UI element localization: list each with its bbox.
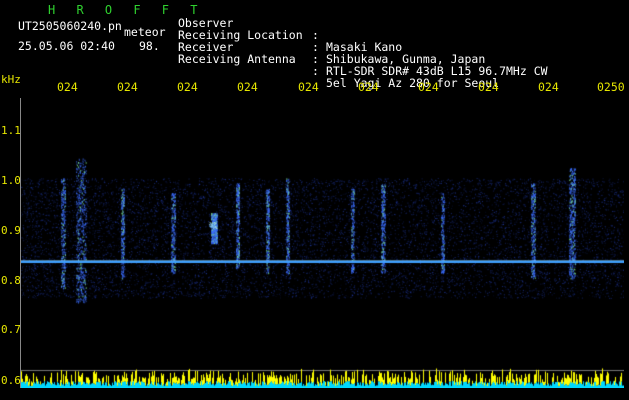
meteor-count: 98.	[139, 39, 160, 53]
observer-row: Observer : Masaki Kano	[178, 5, 402, 53]
spectrogram-plot	[20, 98, 624, 388]
freq-label-0-8: 0.8	[1, 274, 21, 287]
meteor-tag: meteor	[124, 25, 166, 39]
time-label-3: 024	[177, 80, 198, 94]
y-axis-unit: kHz	[1, 73, 21, 86]
spectrogram-canvas	[21, 98, 624, 388]
antenna-label: Receiving Antenna	[178, 52, 296, 66]
receiver-row: Receiver : RTL-SDR SDR# 43dB L15 96.7MHz…	[178, 29, 548, 77]
time-label-6: 024	[358, 80, 379, 94]
freq-label-1-0: 1.0	[1, 174, 21, 187]
time-label-1: 024	[57, 80, 78, 94]
date-time-label: 25.05.06 02:40	[18, 39, 115, 53]
time-label-9: 024	[538, 80, 559, 94]
freq-label-1-1: 1.1	[1, 124, 21, 137]
time-label-7: 024	[418, 80, 439, 94]
antenna-value: 5el Yagi Az 280 for Seoul	[326, 76, 500, 90]
time-label-5: 024	[298, 80, 319, 94]
antenna-colon: :	[312, 64, 319, 78]
antenna-row: Receiving Antenna : 5el Yagi Az 280 for …	[178, 41, 499, 89]
time-label-4: 024	[237, 80, 258, 94]
freq-label-0-9: 0.9	[1, 224, 21, 237]
filename-label: UT2505060240.pn	[18, 19, 122, 33]
time-label-8: 024	[478, 80, 499, 94]
hrofft-window: H R O F F T UT2505060240.pn meteor 25.05…	[0, 0, 629, 400]
location-row: Receiving Location : Shibukawa, Gunma, J…	[178, 17, 485, 65]
time-label-2: 024	[117, 80, 138, 94]
freq-label-0-7: 0.7	[1, 323, 21, 336]
freq-label-0-6: 0.6	[1, 374, 21, 387]
time-label-10: 0250	[597, 80, 625, 94]
